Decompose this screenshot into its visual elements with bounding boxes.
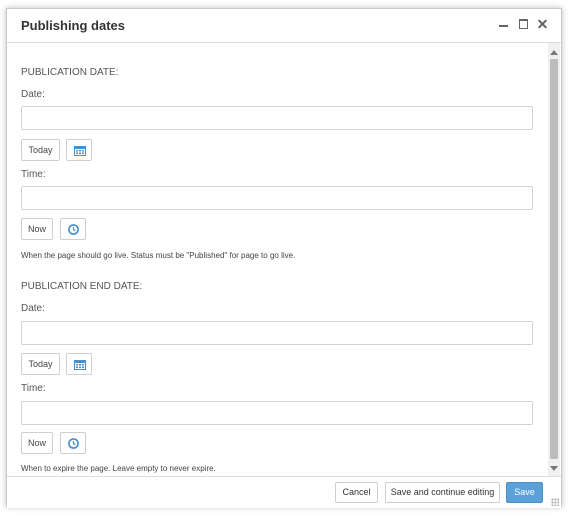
publication-time-label: Time:: [21, 169, 46, 180]
minimize-icon[interactable]: [497, 17, 511, 31]
publication-end-date-input[interactable]: [21, 321, 533, 345]
resize-grip-icon[interactable]: [551, 498, 559, 506]
scrollbar-thumb[interactable]: [550, 59, 558, 459]
publication-end-calendar-button[interactable]: [66, 353, 92, 375]
publication-end-today-button[interactable]: Today: [21, 353, 60, 375]
calendar-icon: [74, 360, 86, 370]
dialog-content: PUBLICATION DATE: Date: Today Time: Now …: [7, 43, 547, 475]
save-and-continue-button[interactable]: Save and continue editing: [385, 482, 500, 503]
cancel-button[interactable]: Cancel: [335, 482, 378, 503]
publication-end-help-text: When to expire the page. Leave empty to …: [21, 464, 216, 473]
publication-end-date-heading: PUBLICATION END DATE:: [21, 281, 143, 292]
save-button[interactable]: Save: [506, 482, 543, 503]
publication-end-time-label: Time:: [21, 383, 46, 394]
dialog-footer: Cancel Save and continue editing Save: [7, 476, 561, 508]
publication-date-heading: PUBLICATION DATE:: [21, 67, 119, 78]
publication-time-input[interactable]: [21, 186, 533, 210]
publication-now-button[interactable]: Now: [21, 218, 53, 240]
publication-help-text: When the page should go live. Status mus…: [21, 251, 296, 260]
publishing-dates-dialog: Publishing dates PUBLICATION DATE: Date:…: [6, 8, 562, 508]
publication-end-now-button[interactable]: Now: [21, 432, 53, 454]
dialog-title: Publishing dates: [21, 18, 126, 33]
scroll-down-arrow-icon[interactable]: [550, 466, 558, 471]
publication-today-button[interactable]: Today: [21, 139, 60, 161]
dialog-titlebar[interactable]: Publishing dates: [7, 9, 561, 43]
clock-icon: [68, 224, 79, 235]
publication-end-time-input[interactable]: [21, 401, 533, 425]
publication-end-date-label: Date:: [21, 303, 45, 314]
publication-clock-button[interactable]: [60, 218, 86, 240]
publication-date-label: Date:: [21, 89, 45, 100]
maximize-icon[interactable]: [517, 17, 531, 31]
publication-end-clock-button[interactable]: [60, 432, 86, 454]
vertical-scrollbar[interactable]: [548, 43, 560, 476]
close-icon[interactable]: [536, 17, 550, 31]
scroll-up-arrow-icon[interactable]: [550, 50, 558, 55]
publication-calendar-button[interactable]: [66, 139, 92, 161]
clock-icon: [68, 438, 79, 449]
calendar-icon: [74, 146, 86, 156]
publication-date-input[interactable]: [21, 106, 533, 130]
